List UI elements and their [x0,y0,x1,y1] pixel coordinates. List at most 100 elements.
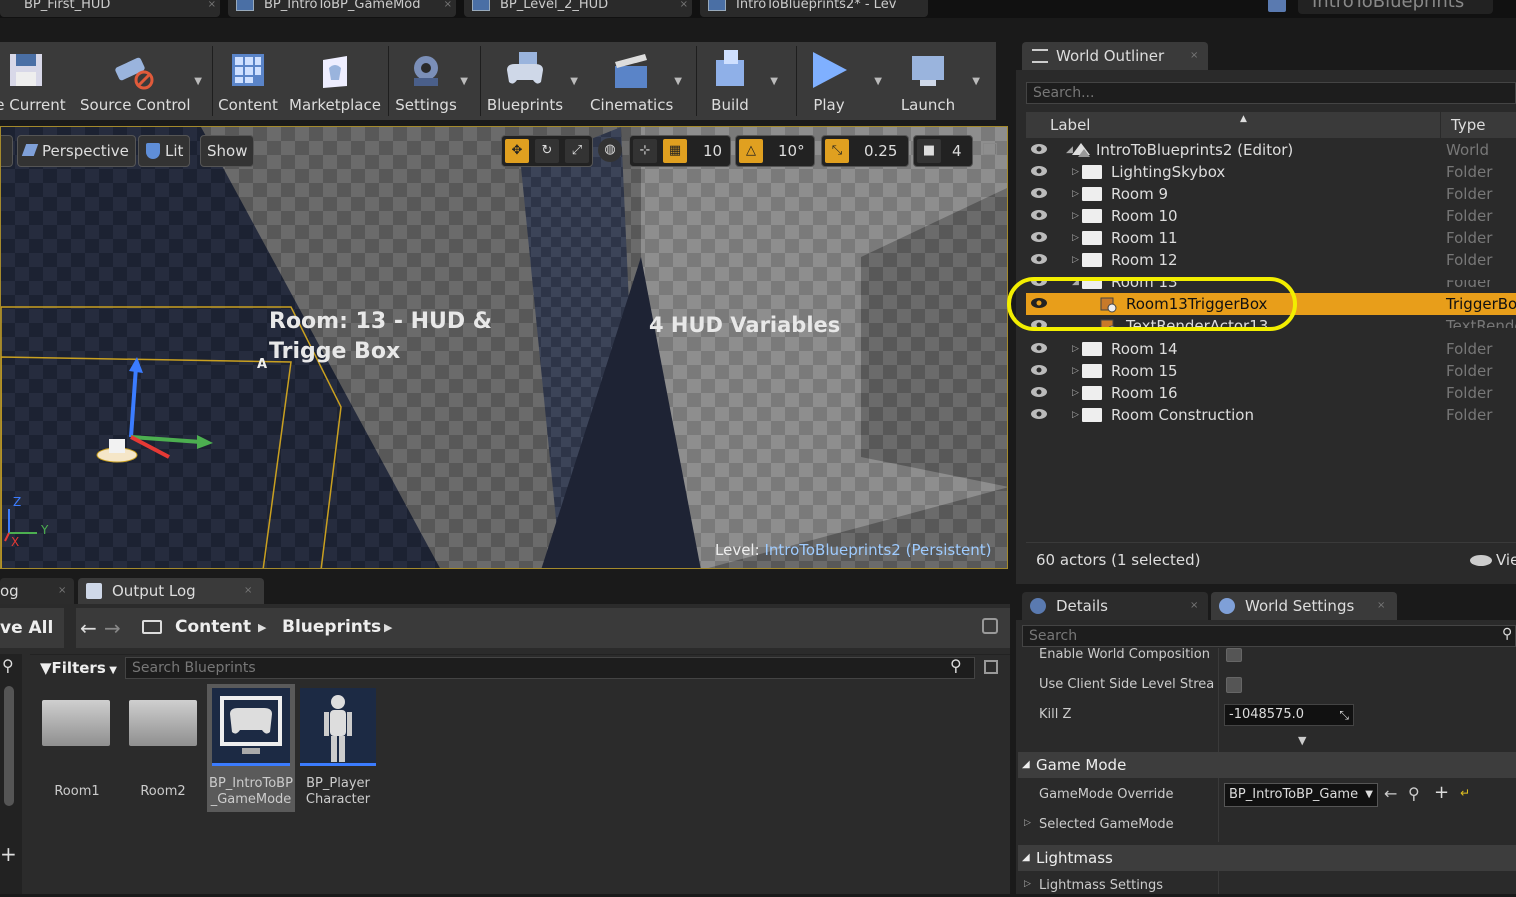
expand-advanced-icon[interactable]: ▼ [1298,734,1306,747]
outliner-row[interactable]: ▷ Room 12 Folder [1026,249,1516,271]
asset-bp-introtobp-gamemode[interactable]: BP_IntroToBP _GameMode [207,684,295,812]
use-selected-arrow-icon[interactable]: ← [1384,784,1397,803]
expand-arrow-icon[interactable]: ▷ [1072,382,1079,404]
outliner-row[interactable]: ▷ Room 10 Folder [1026,205,1516,227]
search-icon[interactable]: ⚲ [2,656,14,675]
blueprints-button[interactable]: Blueprints ▼ [484,42,578,120]
grid-snap-value[interactable]: 10 [703,139,722,163]
expand-arrow-icon[interactable]: ▷ [1072,227,1079,249]
visibility-eye-icon[interactable] [1030,165,1048,177]
tab-bp-introtobp-gamemode[interactable]: BP_IntroToBP_GameMod × [228,0,456,17]
save-all-button[interactable]: ve All [0,608,64,648]
lock-icon[interactable] [982,618,998,634]
path-separator-icon[interactable]: ▶ [384,621,392,634]
tab-bp-level-2-hud[interactable]: BP_Level_2_HUD × [464,0,692,17]
world-outliner-tab[interactable]: World Outliner × [1022,42,1208,70]
close-icon[interactable]: × [1190,42,1198,70]
close-icon[interactable]: × [1190,592,1198,620]
selected-gamemode-row[interactable]: ▷ Selected GameMode [1018,816,1516,836]
forward-arrow-icon[interactable]: → [104,616,121,640]
launch-button[interactable]: Launch ▼ [896,42,980,120]
tab-bp-first-hud[interactable]: BP_First_HUD × [0,0,220,17]
scale-snap-icon[interactable]: ⤡ [825,139,849,163]
outliner-row[interactable]: ▷ Room 11 Folder [1026,227,1516,249]
outliner-row[interactable]: ◢ IntroToBlueprints2 (Editor) World [1026,139,1516,161]
chevron-down-icon[interactable]: ▼ [770,76,778,87]
add-plus-icon[interactable]: + [1434,782,1449,803]
lightmass-section[interactable]: ◢ Lightmass [1018,845,1516,871]
view-options-button[interactable]: Vie [1496,546,1516,574]
outliner-row[interactable]: ▷ Room 14 Folder [1026,338,1516,360]
path-blueprints[interactable]: Blueprints [282,617,381,637]
world-settings-tab[interactable]: World Settings × [1211,592,1397,620]
cinematics-button[interactable]: Cinematics ▼ [590,42,682,120]
close-icon[interactable]: × [58,578,66,604]
level-viewport[interactable]: Room: 13 - HUD & Trigge Box 4 HUD Variab… [0,126,1008,569]
reset-to-default-icon[interactable]: ↵ [1460,786,1470,800]
close-icon[interactable]: × [244,578,252,604]
tab-level-editor[interactable]: IntroToBlueprints2* - Lev [700,0,928,17]
gamemode-override-dropdown[interactable]: BP_IntroToBP_Game ▼ [1224,783,1378,807]
outliner-row[interactable]: ▷ Room 16 Folder [1026,382,1516,404]
sources-scrollbar[interactable] [4,686,14,806]
chevron-down-icon[interactable]: ▼ [570,76,578,87]
use-client-side-checkbox[interactable] [1226,677,1242,693]
close-icon[interactable]: × [680,0,688,15]
maximize-viewport-icon[interactable] [983,143,997,155]
close-icon[interactable]: × [1377,592,1385,620]
label-column-header[interactable]: Label [1050,112,1090,138]
kill-z-input[interactable]: -1048575.0 ⤡ [1224,704,1354,726]
world-local-icon[interactable]: ◍ [598,138,622,162]
blueprints-search-input[interactable]: Search Blueprints [125,657,975,679]
visibility-eye-icon[interactable] [1030,143,1048,155]
camera-speed-icon[interactable]: ■ [917,139,941,163]
type-column-header[interactable]: Type [1451,112,1485,138]
outliner-row[interactable]: ▷ LightingSkybox Folder [1026,161,1516,183]
lit-button[interactable]: Lit [138,135,191,167]
save-search-icon[interactable] [984,660,998,674]
chevron-down-icon[interactable]: ▼ [194,76,202,87]
search-icon[interactable]: ⚲ [950,656,962,675]
perspective-button[interactable]: Perspective [17,135,136,167]
chevron-down-icon[interactable]: ▼ [972,76,980,87]
rotate-mode-icon[interactable]: ↻ [535,139,559,163]
expand-arrow-icon[interactable]: ▷ [1072,360,1079,382]
visibility-eye-icon[interactable] [1030,209,1048,221]
show-button[interactable]: Show [200,135,255,167]
visibility-eye-icon[interactable] [1030,187,1048,199]
content-button[interactable]: Content [216,42,280,120]
path-content[interactable]: Content [175,617,251,637]
visibility-eye-icon[interactable] [1030,342,1048,354]
translate-mode-icon[interactable]: ✥ [505,139,529,163]
game-mode-section[interactable]: ◢ Game Mode [1018,752,1516,778]
visibility-eye-icon[interactable] [1030,231,1048,243]
lightmass-settings-row[interactable]: ▷ Lightmass Settings [1018,877,1516,897]
play-button[interactable]: Play ▼ [802,42,882,120]
build-button[interactable]: Build ▼ [702,42,778,120]
visibility-eye-icon[interactable] [1030,408,1048,420]
details-tab[interactable]: Details × [1022,592,1208,620]
expand-arrow-icon[interactable]: ▷ [1072,249,1079,271]
close-icon[interactable]: × [208,0,216,15]
expand-arrow-icon[interactable]: ▷ [1072,404,1079,426]
browse-search-icon[interactable]: ⚲ [1408,784,1420,803]
expand-arrow-icon[interactable]: ▷ [1072,183,1079,205]
filters-button[interactable]: ▼Filters ▼ [40,656,117,680]
outliner-search-input[interactable]: Search... [1026,82,1516,104]
save-current-button[interactable]: ve Current [0,42,72,120]
resize-handle-icon[interactable]: ⤡ [1339,705,1349,725]
rotation-snap-icon[interactable]: △ [739,139,763,163]
visibility-eye-icon[interactable] [1030,364,1048,376]
outliner-row[interactable]: ▷ Room 9 Folder [1026,183,1516,205]
expand-arrow-icon[interactable]: ▷ [1072,338,1079,360]
outliner-row[interactable]: ▷ Room Construction Folder [1026,404,1516,426]
grid-snap-icon[interactable]: ▦ [663,139,687,163]
visibility-eye-icon[interactable] [1030,386,1048,398]
expand-arrow-icon[interactable]: ▷ [1072,161,1079,183]
output-log-tab[interactable]: Output Log × [78,578,264,604]
path-separator-icon[interactable]: ▶ [258,621,266,634]
close-icon[interactable]: × [444,0,452,15]
message-log-tab[interactable]: og × [0,578,74,604]
visibility-eye-icon[interactable] [1030,253,1048,265]
chevron-down-icon[interactable]: ▼ [460,76,468,87]
